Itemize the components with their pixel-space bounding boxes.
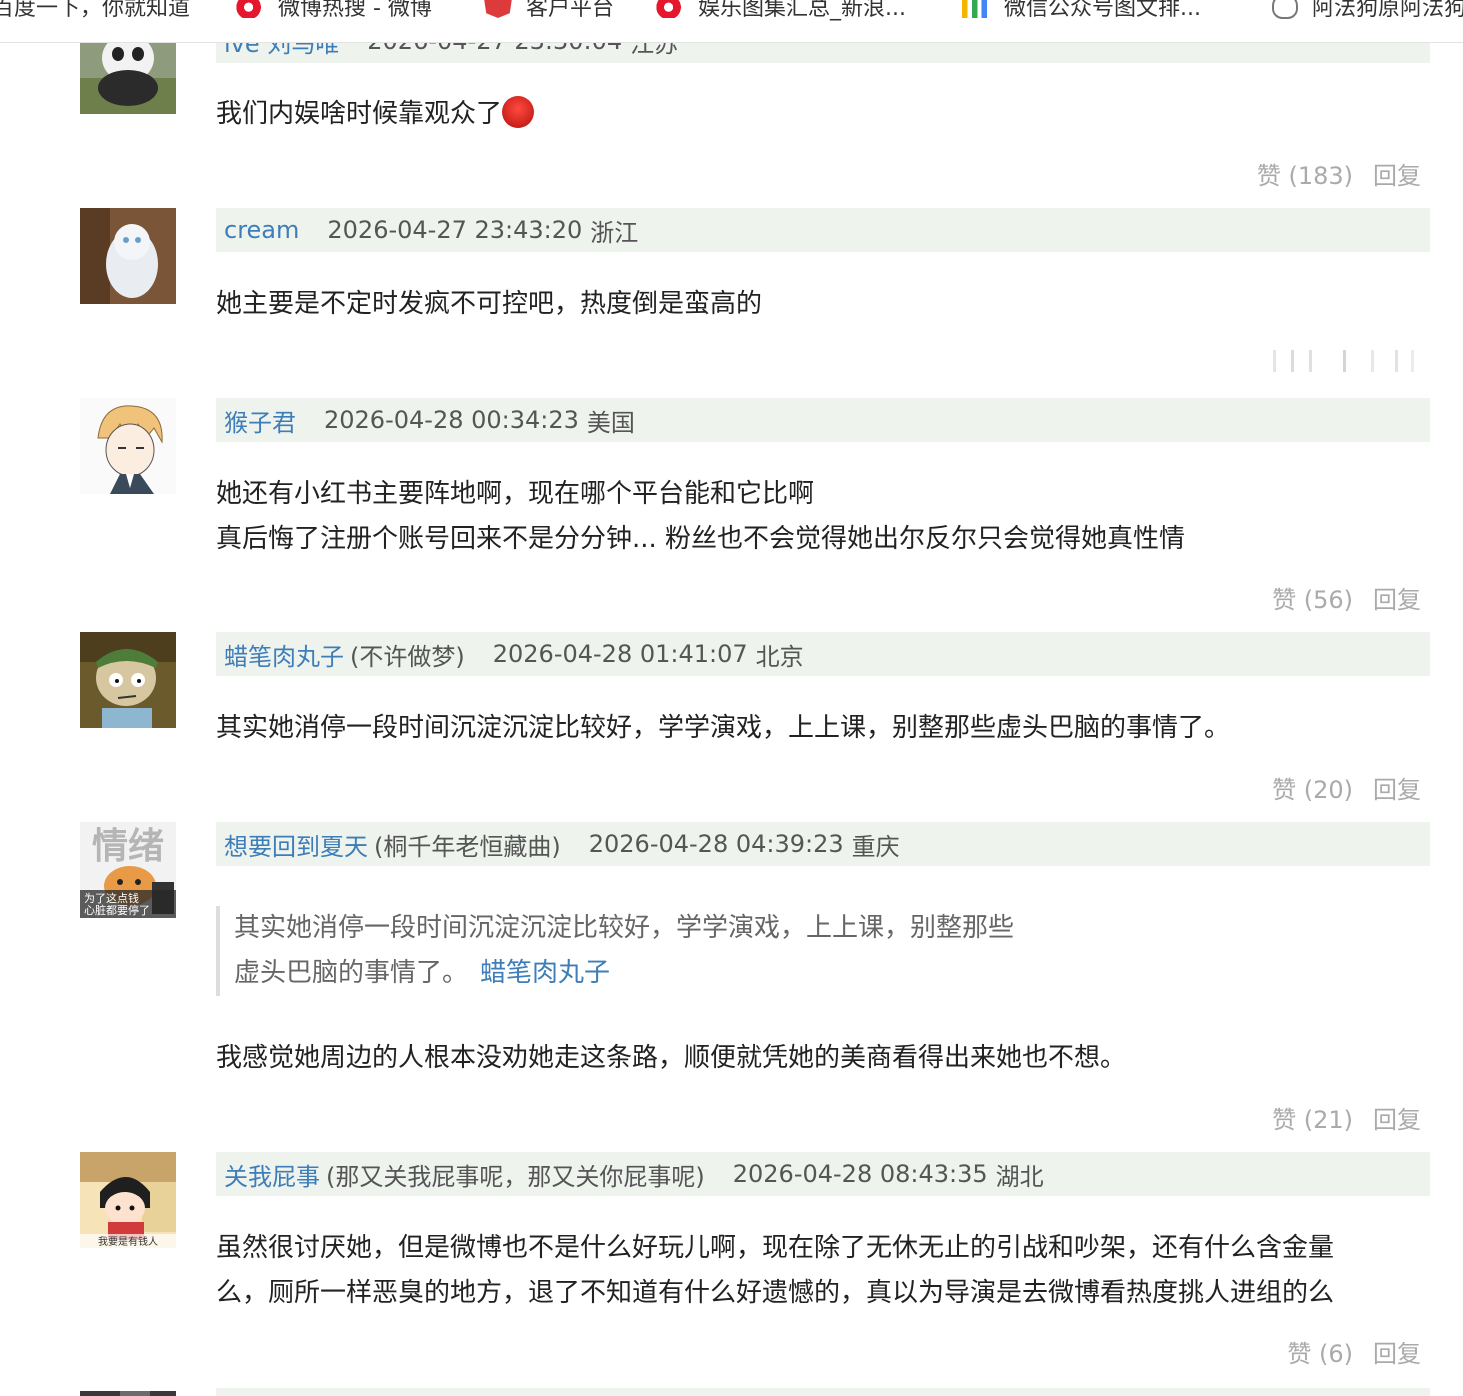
comment-time: 2026-04-28 08:43:35 [732, 1160, 988, 1188]
comment-location: 浙江 [590, 218, 639, 247]
comment-time: 2026-04-28 00:34:23 [324, 406, 579, 434]
comment-actions: 赞 (21) 回复 [1272, 1100, 1421, 1135]
comment-text-content: 我们内娱啥时候靠观众了 [216, 99, 503, 129]
avatar-caption: 我要是有钱人 [98, 1235, 158, 1248]
reply-button[interactable]: 回复 [1373, 586, 1421, 614]
bookmark-label: 阿法狗原阿法狗 [1312, 0, 1463, 21]
bookmark-baidu[interactable]: 百度一下，你就知道 [0, 0, 190, 22]
comment-meta: 蜡笔肉丸子 (不许做梦) 2026-04-28 01:41:07 北京 [216, 632, 1430, 676]
comment-text-line: 虽然很讨厌她，但是微博也不是什么好玩儿啊，现在除了无休无止的引战和吵架，还有什么… [216, 1233, 1335, 1263]
comment-text: 虽然很讨厌她，但是微博也不是什么好玩儿啊，现在除了无休无止的引战和吵架，还有什么… [216, 1226, 1430, 1316]
comment-actions-loading [1271, 348, 1421, 374]
avatar[interactable] [80, 632, 176, 728]
avatar-caption-line: 为了这点钱 [84, 891, 139, 905]
username-link[interactable]: cream [224, 216, 299, 244]
comment-location: 北京 [755, 642, 804, 671]
angry-emoji-icon [502, 96, 535, 128]
quote-author-link[interactable]: 蜡笔肉丸子 [480, 958, 610, 988]
comment-meta [216, 1388, 1430, 1396]
comment-time: 2026-04-28 04:39:23 [588, 830, 844, 858]
like-button[interactable]: 赞 (6) [1287, 1340, 1353, 1368]
quoted-comment: 其实她消停一段时间沉淀沉淀比较好，学学演戏，上上课，别整那些 虚头巴脑的事情了。… [216, 906, 1094, 996]
comment-actions: 赞 (183) 回复 [1257, 156, 1421, 191]
user-nickname: (桐千年老恒藏曲) [374, 832, 561, 861]
comment-actions: 赞 (20) 回复 [1272, 770, 1421, 805]
bookmark-alphago[interactable]: 阿法狗原阿法狗 [1272, 0, 1463, 22]
avatar[interactable] [80, 208, 176, 304]
comment-meta: 想要回到夏天 (桐千年老恒藏曲) 2026-04-28 04:39:23 重庆 [216, 822, 1430, 866]
comment-text: 她还有小红书主要阵地啊，现在哪个平台能和它比啊 真后悔了注册个账号回来不是分分钟… [216, 472, 1430, 562]
bookmark-label: 百度一下，你就知道 [0, 0, 191, 21]
bookmark-label: 客户平台 [526, 0, 615, 21]
reply-button[interactable]: 回复 [1373, 1340, 1421, 1368]
comment-text-line: 真后悔了注册个账号回来不是分分钟... 粉丝也不会觉得她出尔反尔只会觉得她真性情 [216, 524, 1186, 554]
bookmark-wechat-rank[interactable]: 微信公众号图文排... [962, 0, 1201, 22]
like-button[interactable]: 赞 (21) [1272, 1106, 1353, 1134]
avatar-overlay-text: 情绪 [92, 826, 164, 867]
quote-line-last: 虚头巴脑的事情了。 蜡笔肉丸子 [234, 951, 1094, 996]
avatar[interactable]: 我要是有钱人 [80, 1152, 176, 1248]
user-nickname: (那又关我屁事呢，那又关你屁事呢) [326, 1162, 705, 1191]
bookmark-ent-gallery[interactable]: 娱乐图集汇总_新浪... [656, 0, 906, 22]
comment-text: 我们内娱啥时候靠观众了 [216, 92, 1430, 137]
avatar[interactable]: 情绪 为了这点钱 心脏都要停了 [80, 822, 176, 918]
like-button[interactable]: 赞 (183) [1257, 162, 1353, 190]
bookmark-label: 微信公众号图文排... [1004, 0, 1201, 21]
comment-text: 她主要是不定时发疯不可控吧，热度倒是蛮高的 [216, 289, 763, 319]
wechat-chart-icon [962, 0, 990, 18]
comment-meta: cream 2026-04-27 23:43:20 浙江 [216, 208, 1430, 252]
comment-location: 湖北 [995, 1162, 1044, 1191]
username-link[interactable]: 蜡笔肉丸子 [224, 637, 344, 672]
dog-icon [1272, 0, 1298, 19]
username-link[interactable]: 猴子君 [224, 403, 296, 438]
user-nickname: (不许做梦) [350, 642, 465, 671]
like-button[interactable]: 赞 (56) [1272, 586, 1353, 614]
comment-text-line: 么，厕所一样恶臭的地方，退了不知道有什么好遗憾的，真以为导演是去微博看热度挑人进… [216, 1278, 1335, 1308]
avatar-caption-line: 心脏都要停了 [84, 903, 150, 917]
bookmark-label: 娱乐图集汇总_新浪... [698, 0, 906, 21]
bookmarks-bar: 百度一下，你就知道 微博热搜 - 微博 客户平台 娱乐图集汇总_新浪... 微信… [0, 0, 1463, 43]
comment-text-line: 她还有小红书主要阵地啊，现在哪个平台能和它比啊 [216, 479, 815, 509]
comment-location: 重庆 [851, 832, 900, 861]
like-button[interactable]: 赞 (20) [1272, 776, 1353, 804]
bookmark-label: 微博热搜 - 微博 [278, 0, 432, 21]
weibo-icon [236, 0, 264, 18]
angular-icon [484, 0, 512, 18]
reply-button[interactable]: 回复 [1373, 162, 1421, 190]
username-link[interactable]: 关我屁事 [224, 1157, 320, 1192]
bookmark-weibo-hot[interactable]: 微博热搜 - 微博 [236, 0, 432, 22]
avatar[interactable] [80, 398, 176, 494]
comment-time: 2026-04-28 01:41:07 [492, 640, 748, 668]
avatar[interactable] [80, 1386, 176, 1396]
reply-button[interactable]: 回复 [1373, 1106, 1421, 1134]
bookmark-client-platform[interactable]: 客户平台 [484, 0, 614, 22]
quote-line: 虚头巴脑的事情了。 [234, 958, 469, 988]
comment-location: 美国 [586, 408, 635, 437]
comment-meta: 猴子君 2026-04-28 00:34:23 美国 [216, 398, 1430, 442]
username-link[interactable]: 想要回到夏天 [224, 827, 368, 862]
comment-text: 我感觉她周边的人根本没劝她走这条路，顺便就凭她的美商看得出来她也不想。 [216, 1043, 1127, 1073]
comment-actions: 赞 (56) 回复 [1272, 580, 1421, 615]
quote-line: 其实她消停一段时间沉淀沉淀比较好，学学演戏，上上课，别整那些 [234, 913, 1015, 943]
comment-text: 其实她消停一段时间沉淀沉淀比较好，学学演戏，上上课，别整那些虚头巴脑的事情了。 [216, 713, 1231, 743]
reply-button[interactable]: 回复 [1373, 776, 1421, 804]
comment-time: 2026-04-27 23:43:20 [327, 216, 583, 244]
comment-meta: 关我屁事 (那又关我屁事呢，那又关你屁事呢) 2026-04-28 08:43:… [216, 1152, 1430, 1196]
comment-actions: 赞 (6) 回复 [1287, 1334, 1421, 1369]
weibo-icon [656, 0, 684, 18]
